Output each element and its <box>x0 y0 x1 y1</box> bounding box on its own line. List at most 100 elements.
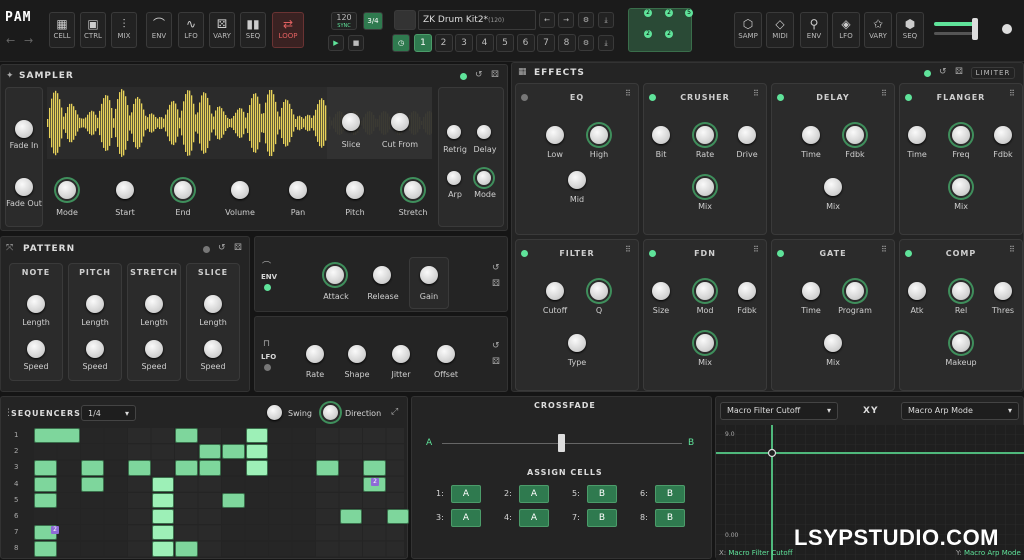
page-button[interactable]: 5 <box>496 34 514 52</box>
effect-knob[interactable] <box>952 282 970 300</box>
sequencer-step[interactable] <box>198 460 221 476</box>
page-button[interactable]: 8 <box>557 34 576 52</box>
pattern-speed-knob[interactable] <box>27 340 45 358</box>
effect-knob[interactable] <box>738 282 756 300</box>
effect-knob[interactable] <box>696 178 714 196</box>
next-kit-button[interactable]: → <box>558 12 574 28</box>
tempo-display[interactable]: 120 SYNC <box>331 12 357 30</box>
direction-knob[interactable] <box>323 405 338 420</box>
arp-mode-knob[interactable] <box>477 171 491 185</box>
effect-enable-dot[interactable] <box>649 250 656 257</box>
pattern-reset-icon[interactable]: ↺ <box>218 243 226 253</box>
pattern-length-knob[interactable] <box>145 295 163 313</box>
pan-knob[interactable] <box>289 181 307 199</box>
sequencer-step[interactable] <box>316 460 339 476</box>
page-button[interactable]: 2 <box>434 34 453 52</box>
assign-cell-button[interactable]: A <box>451 509 481 527</box>
sequencer-step[interactable] <box>151 541 174 557</box>
pitch-knob[interactable] <box>346 181 364 199</box>
pattern-length-knob[interactable] <box>27 295 45 313</box>
sequencer-step[interactable] <box>34 460 57 476</box>
effect-knob[interactable] <box>994 126 1012 144</box>
env-random-icon[interactable]: ⚄ <box>492 279 500 289</box>
drag-handle-icon[interactable]: ⠿ <box>1009 89 1015 98</box>
effect-knob[interactable] <box>952 334 970 352</box>
effect-knob[interactable] <box>546 126 564 144</box>
sampler-enable-dot[interactable] <box>460 73 467 80</box>
effect-knob[interactable] <box>824 334 842 352</box>
tool-ctrl[interactable]: ▣ CTRL <box>80 12 106 48</box>
clock-icon[interactable]: ◷ <box>392 34 410 52</box>
slice-knob[interactable] <box>342 113 360 131</box>
arp-knob[interactable] <box>447 171 461 185</box>
sequencer-step[interactable] <box>34 476 57 492</box>
macro-matrix[interactable] <box>628 8 692 52</box>
tool-samp[interactable]: ⬡ SAMP <box>734 12 762 48</box>
retrig-knob[interactable] <box>447 125 461 139</box>
pattern-speed-knob[interactable] <box>204 340 222 358</box>
tool-cell[interactable]: ▦ CELL <box>49 12 75 48</box>
pattern-length-knob[interactable] <box>86 295 104 313</box>
drag-handle-icon[interactable]: ⠿ <box>625 89 631 98</box>
sequencer-step[interactable] <box>245 428 268 444</box>
sequencer-step[interactable] <box>151 525 174 541</box>
rate-select[interactable]: 1/4 ▾ <box>81 405 136 421</box>
pattern-enable-dot[interactable] <box>203 246 210 253</box>
kit-export-icon[interactable]: ⤓ <box>598 12 614 28</box>
pattern-random-icon[interactable]: ⚄ <box>234 243 242 253</box>
sequencer-step[interactable] <box>222 492 245 508</box>
sequencer-step[interactable] <box>34 428 80 444</box>
tool-midi[interactable]: ◇ MIDI <box>766 12 794 48</box>
mode-knob[interactable] <box>58 181 76 199</box>
assign-cell-button[interactable]: B <box>655 485 685 503</box>
cut-from-knob[interactable] <box>391 113 409 131</box>
effect-knob[interactable] <box>802 282 820 300</box>
effect-enable-dot[interactable] <box>905 94 912 101</box>
effect-enable-dot[interactable] <box>649 94 656 101</box>
effect-knob[interactable] <box>652 126 670 144</box>
reset-icon[interactable]: ↺ <box>475 70 483 80</box>
start-knob[interactable] <box>116 181 134 199</box>
effect-knob[interactable] <box>908 126 926 144</box>
drag-handle-icon[interactable]: ⠿ <box>881 245 887 254</box>
tool-vary-right[interactable]: ✩ VARY <box>864 12 892 48</box>
effect-knob[interactable] <box>696 126 714 144</box>
expand-icon[interactable]: ⤢ <box>391 407 398 417</box>
power-icon[interactable] <box>1002 24 1012 34</box>
effect-knob[interactable] <box>952 126 970 144</box>
assign-cell-button[interactable]: A <box>519 485 549 503</box>
fade-in-knob[interactable] <box>15 120 33 138</box>
kit-name-field[interactable]: ZK Drum Kit2*(120) <box>418 10 536 30</box>
pattern-speed-knob[interactable] <box>86 340 104 358</box>
drag-handle-icon[interactable]: ⠿ <box>881 89 887 98</box>
effect-enable-dot[interactable] <box>777 250 784 257</box>
effect-enable-dot[interactable] <box>521 250 528 257</box>
effect-knob[interactable] <box>568 171 586 189</box>
lfo-enable-dot[interactable] <box>264 364 271 371</box>
release-knob[interactable] <box>373 266 391 284</box>
play-button[interactable]: ▶ <box>328 35 344 51</box>
effect-knob[interactable] <box>546 282 564 300</box>
pattern-speed-knob[interactable] <box>145 340 163 358</box>
sequencer-step[interactable] <box>151 476 174 492</box>
master-volume-handle[interactable] <box>972 18 978 40</box>
limiter-button[interactable]: LIMITER <box>971 67 1015 79</box>
sequencer-step[interactable] <box>34 541 57 557</box>
time-signature[interactable]: 3/4 <box>363 12 383 30</box>
effect-knob[interactable] <box>652 282 670 300</box>
tool-lfo[interactable]: ∿ LFO <box>178 12 204 48</box>
stretch-knob[interactable] <box>404 181 422 199</box>
effect-knob[interactable] <box>802 126 820 144</box>
drag-handle-icon[interactable]: ⠿ <box>625 245 631 254</box>
tool-env-right[interactable]: ⚲ ENV <box>800 12 828 48</box>
shape-knob[interactable] <box>348 345 366 363</box>
delay-knob[interactable] <box>477 125 491 139</box>
master-volume-slider[interactable] <box>934 22 974 26</box>
effect-knob[interactable] <box>952 178 970 196</box>
assign-cell-button[interactable]: B <box>587 509 617 527</box>
page-button[interactable]: 3 <box>455 34 473 52</box>
tool-mix[interactable]: ⫶ MIX <box>111 12 137 48</box>
effect-knob[interactable] <box>994 282 1012 300</box>
drag-handle-icon[interactable]: ⠿ <box>1009 245 1015 254</box>
effect-knob[interactable] <box>590 126 608 144</box>
